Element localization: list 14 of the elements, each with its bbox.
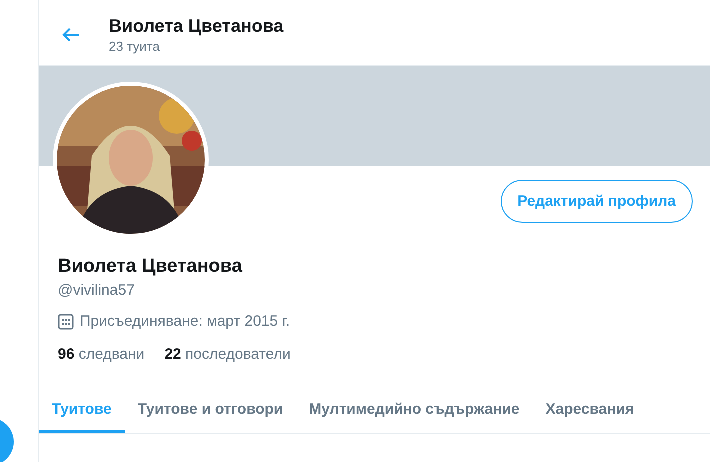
profile-name: Виолета Цветанова [58,256,244,278]
profile-title: Виолета Цветанова [109,16,284,36]
profile-tab[interactable]: Туитове [39,391,125,433]
stat-link[interactable]: 22 последователи [164,346,291,363]
profile-tab[interactable]: Мултимедийно съдържание [296,391,533,433]
tweet-count: 23 туита [109,38,161,54]
join-date: Присъединяване: март 2015 г. [80,313,290,330]
profile-tab[interactable]: Туитове и отговори [124,391,296,433]
back-button[interactable] [61,26,81,42]
profile-tab[interactable]: Харесвания [532,391,648,433]
calendar-icon [58,314,74,330]
stat-link[interactable]: 96 следвани [58,346,145,363]
profile-handle: @vivilina57 [58,282,136,299]
edit-profile-button[interactable]: Редактирай профила [500,180,693,223]
